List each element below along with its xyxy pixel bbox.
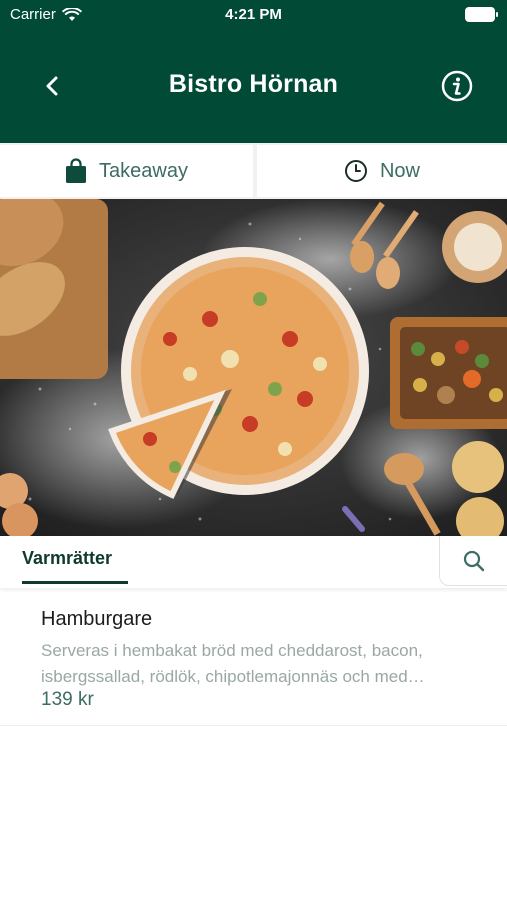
shopping-bag-icon bbox=[66, 158, 87, 183]
pizza-photo bbox=[0, 199, 507, 536]
info-button[interactable] bbox=[441, 70, 473, 102]
status-time: 4:21 PM bbox=[225, 6, 282, 23]
tab-varmratter[interactable]: Varmrätter bbox=[22, 548, 112, 569]
battery-icon bbox=[465, 7, 498, 22]
page-title: Bistro Hörnan bbox=[168, 70, 339, 98]
restaurant-hero-image bbox=[0, 199, 507, 536]
pickup-time-option[interactable]: Now bbox=[257, 145, 507, 197]
category-tabs: Varmrätter bbox=[0, 536, 507, 588]
pickup-time-label: Now bbox=[379, 159, 420, 182]
app-header-background: Carrier 4:21 PM Bistro Hörnan bbox=[0, 0, 507, 143]
takeaway-label: Takeaway bbox=[99, 159, 188, 182]
menu-item-price: 139 kr bbox=[41, 689, 94, 710]
search-icon bbox=[463, 550, 484, 571]
active-tab-indicator bbox=[22, 581, 128, 584]
menu-item-description: Serveras i hembakat bröd med cheddarost,… bbox=[41, 641, 425, 686]
info-icon bbox=[441, 70, 473, 102]
search-button[interactable] bbox=[439, 536, 507, 586]
order-options-bar: Takeaway Now bbox=[0, 143, 507, 199]
status-bar: Carrier 4:21 PM bbox=[0, 0, 507, 30]
takeaway-option[interactable]: Takeaway bbox=[0, 145, 253, 197]
navigation-bar: Bistro Hörnan bbox=[0, 56, 507, 116]
clock-icon bbox=[344, 160, 367, 182]
menu-item[interactable]: Hamburgare Serveras i hembakat bröd med … bbox=[0, 592, 507, 726]
menu-item-name: Hamburgare bbox=[41, 608, 153, 630]
